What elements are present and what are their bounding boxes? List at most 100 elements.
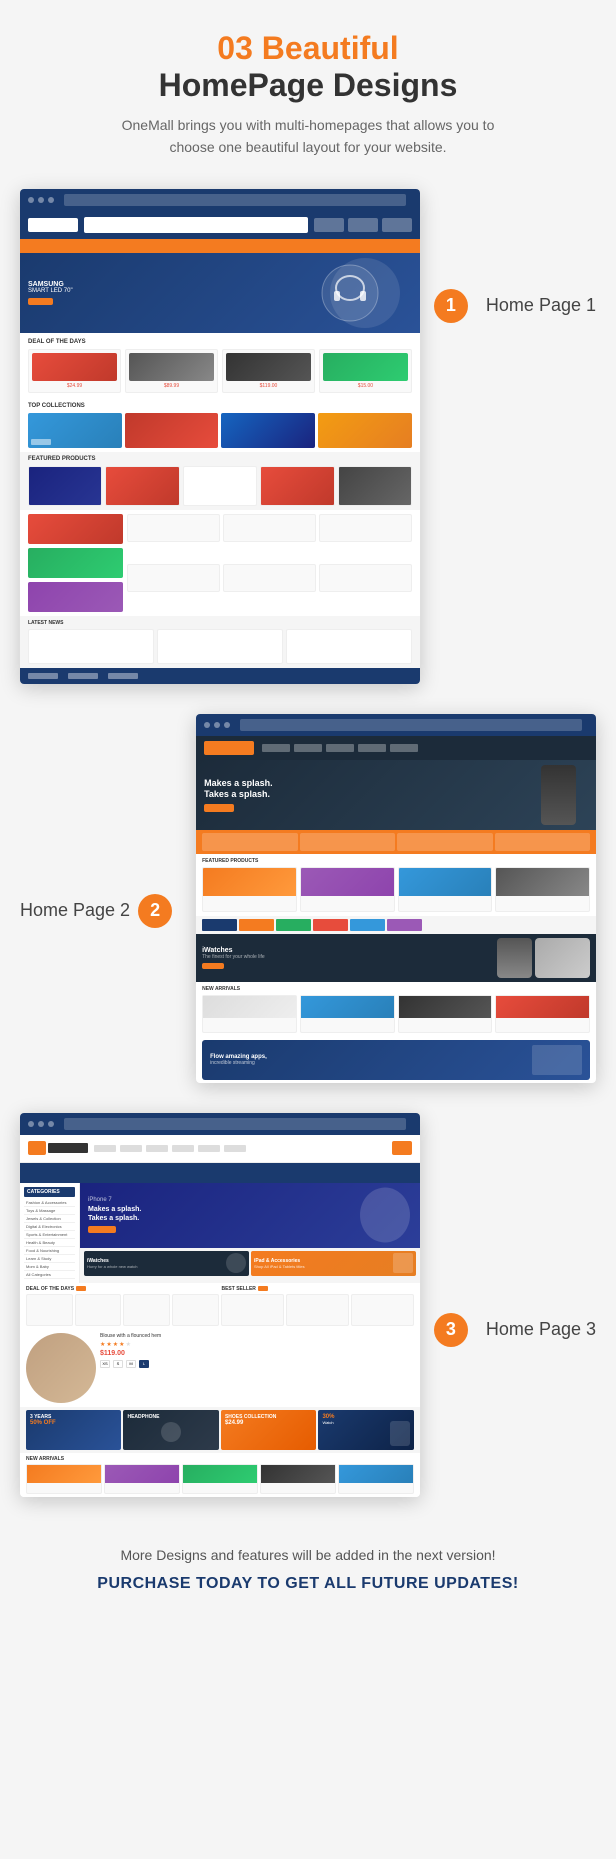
hp3-new-arrivals: NEW ARRIVALS — [20, 1453, 420, 1497]
hp2-new-title: NEW ARRIVALS — [202, 986, 590, 992]
hp3-big-desc-text: Blouse with a flounced hem — [100, 1333, 414, 1339]
hp3-promo-text-2: 50% OFF — [30, 1420, 117, 1426]
hp3-body: CATEGORIES Fashion & Accessories Toys & … — [20, 1183, 420, 1283]
hp2-watch-2 — [535, 938, 590, 978]
hp2-iwatches-section: iWatches The finest for your whole life — [196, 934, 596, 982]
hp3-new-5 — [338, 1464, 414, 1494]
hp1-hero-text: SAMSUNG SMART LED 70" — [28, 281, 73, 305]
page-wrapper: 03 Beautiful HomePage Designs OneMall br… — [0, 0, 616, 1623]
hp2-iwatches-text: iWatches The finest for your whole life — [202, 947, 491, 969]
hp3-stars: ★ ★ ★ ★ ★ — [100, 1341, 414, 1348]
hp2-cat-6 — [387, 919, 422, 931]
hp2-screenshot-wrapper: Makes a splash. Takes a splash. FEATURED… — [196, 714, 596, 1083]
hp1-dot1 — [28, 197, 34, 203]
hp1-featured-2 — [105, 466, 179, 506]
hp1-collections: TOP COLLECTIONS — [20, 399, 420, 452]
hp3-cat-2: Toys & Massage — [24, 1207, 75, 1215]
hp3-cat-6: Health & Beauty — [24, 1239, 75, 1247]
hp3-cat-4: Digital & Electronics — [24, 1223, 75, 1231]
hp2-prod-2 — [300, 867, 395, 912]
hp3-star-2: ★ — [106, 1341, 111, 1348]
hp1-news-3 — [286, 629, 412, 664]
hp3-nav-links — [94, 1145, 386, 1152]
hp2-prod-4 — [495, 867, 590, 912]
hp1-mini-5 — [223, 564, 316, 592]
hp1-footer-link-3 — [108, 673, 138, 679]
hp2-tv-img — [532, 1045, 582, 1075]
hp2-browser-header — [196, 714, 596, 736]
hp1-hero: SAMSUNG SMART LED 70" — [20, 253, 420, 333]
hp3-sidebar: CATEGORIES Fashion & Accessories Toys & … — [20, 1183, 80, 1283]
hp3-iwatches-banner: iWatches Hurry for a whole new watch — [84, 1251, 249, 1276]
title-normal: HomePage Designs — [159, 67, 458, 104]
hp3-best-p2 — [286, 1294, 349, 1326]
hp1-hero-product — [310, 258, 390, 328]
hp2-tv-promo: Flow amazing apps, incredible streaming — [202, 1040, 590, 1080]
hp1-latest-title: LATEST NEWS — [28, 620, 412, 626]
hp2-hero-text: Makes a splash. Takes a splash. — [204, 778, 273, 812]
hp2-nav-links — [262, 744, 588, 752]
hp2-cat-2 — [239, 919, 274, 931]
hp1-collections-row — [28, 413, 412, 448]
hp3-ipad-banner: iPad & Accessories Shop All iPad & Table… — [251, 1251, 416, 1276]
hp1-latest: LATEST NEWS — [20, 616, 420, 668]
hp1-promo-card-1 — [28, 514, 123, 544]
hp2-nav-link-5 — [390, 744, 418, 752]
hp2-badge-row: Home Page 2 2 — [20, 894, 182, 928]
hp3-logo — [28, 1141, 88, 1155]
hp2-logo — [204, 741, 254, 755]
hp2-watch-1 — [497, 938, 532, 978]
hp1-news-row — [28, 629, 412, 664]
hp3-hero: iPhone 7 Makes a splash. Takes a splash. — [80, 1183, 420, 1248]
hp3-deal-p1 — [26, 1294, 73, 1326]
hp3-nav-link-1 — [94, 1145, 116, 1152]
hp1-footer-link-1 — [28, 673, 58, 679]
hp2-products-title: FEATURED PRODUCTS — [202, 858, 590, 864]
hp1-badge-row: 1 Home Page 1 — [434, 289, 596, 323]
hp1-footer — [20, 668, 420, 684]
hp3-best-p1 — [221, 1294, 284, 1326]
hp1-dot3 — [48, 197, 54, 203]
hp3-star-3: ★ — [113, 1341, 118, 1348]
hp2-nav-link-4 — [358, 744, 386, 752]
hp1-hero-btn — [28, 298, 53, 305]
hp3-deal-products — [26, 1294, 218, 1326]
hp2-badge: 2 — [138, 894, 172, 928]
hp2-hero: Makes a splash. Takes a splash. — [196, 760, 596, 830]
hp3-hero-title-2: Takes a splash. — [88, 1214, 141, 1223]
hp3-logo-text — [48, 1143, 88, 1153]
hp3-logo-icon — [28, 1141, 46, 1155]
hp3-nav-link-4 — [172, 1145, 194, 1152]
hp1-product-mini-grid — [127, 514, 412, 612]
hp1-featured: FEATURED PRODUCTS — [20, 452, 420, 510]
hp2-nav — [196, 736, 596, 760]
hp1-product-4: $15.00 — [319, 349, 412, 393]
hp2-dot1 — [204, 722, 210, 728]
hp1-mini-2 — [223, 514, 316, 542]
hp3-cat-9: Mom & Baby — [24, 1263, 75, 1271]
hp2-products-section: FEATURED PRODUCTS — [196, 854, 596, 916]
hp3-star-4: ★ — [119, 1341, 124, 1348]
hp2-prod-3 — [398, 867, 493, 912]
hp3-nav-link-2 — [120, 1145, 142, 1152]
hp3-new-4 — [260, 1464, 336, 1494]
hp3-hero-title-1: Makes a splash. — [88, 1205, 141, 1214]
hp1-badge: 1 — [434, 289, 468, 323]
hp2-promo-strip — [196, 830, 596, 854]
hp3-dot1 — [28, 1121, 34, 1127]
hp2-arrival-1 — [202, 995, 297, 1033]
hp3-hero-text: iPhone 7 Makes a splash. Takes a splash. — [88, 1197, 141, 1233]
hp1-product-img-shirt — [32, 353, 117, 381]
hp3-ipad-thumb — [393, 1253, 413, 1273]
hp3-new-row — [26, 1464, 414, 1494]
hp2-arrival-3 — [398, 995, 493, 1033]
hp2-section: Home Page 2 2 — [20, 714, 596, 1083]
hp1-product-2: $89.99 — [125, 349, 218, 393]
hp3-label: 3 Home Page 3 — [420, 1313, 596, 1347]
hp1-collection-1 — [28, 413, 122, 448]
hp1-logo — [28, 218, 78, 232]
hp1-mini-3 — [319, 514, 412, 542]
hp1-nav-icon-3 — [382, 218, 412, 232]
hp2-cat-4 — [313, 919, 348, 931]
hp3-shoes-price: $24.99 — [225, 1420, 312, 1426]
